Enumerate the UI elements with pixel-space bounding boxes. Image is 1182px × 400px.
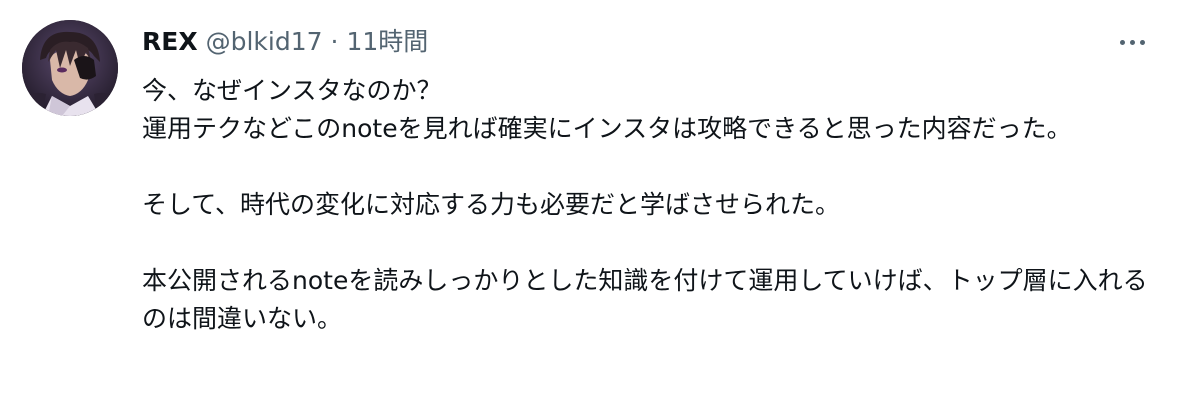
user-handle[interactable]: @blkid17 [206, 24, 323, 60]
avatar-image [22, 20, 118, 116]
tweet-paragraph: そして、時代の変化に対応する力も必要だと学ばさせられた。 [142, 190, 841, 219]
tweet-text: 今、なぜインスタなのか？ 運用テクなどこのnoteを見れば確実にインスタは攻略で… [142, 72, 1152, 338]
tweet-paragraph: 今、なぜインスタなのか？ [142, 76, 442, 105]
more-options-button[interactable] [1116, 30, 1148, 54]
ellipsis-icon [1129, 39, 1135, 45]
timestamp[interactable]: 11時間 [346, 24, 428, 60]
tweet-paragraph: 運用テクなどこのnoteを見れば確実にインスタは攻略できると思った内容だった。 [142, 114, 1072, 143]
ellipsis-icon [1139, 39, 1145, 45]
tweet-card[interactable]: REX @blkid17 · 11時間 今、なぜインスタなのか？ 運用テクなどこ… [0, 0, 1182, 400]
tweet-header: REX @blkid17 · 11時間 [142, 24, 428, 60]
user-avatar[interactable] [22, 20, 118, 116]
display-name[interactable]: REX [142, 24, 198, 60]
ellipsis-icon [1119, 39, 1125, 45]
separator: · [330, 27, 339, 56]
tweet-paragraph: 本公開されるnoteを読みしっかりとした知識を付けて運用していけば、トップ層に入… [142, 266, 1148, 333]
